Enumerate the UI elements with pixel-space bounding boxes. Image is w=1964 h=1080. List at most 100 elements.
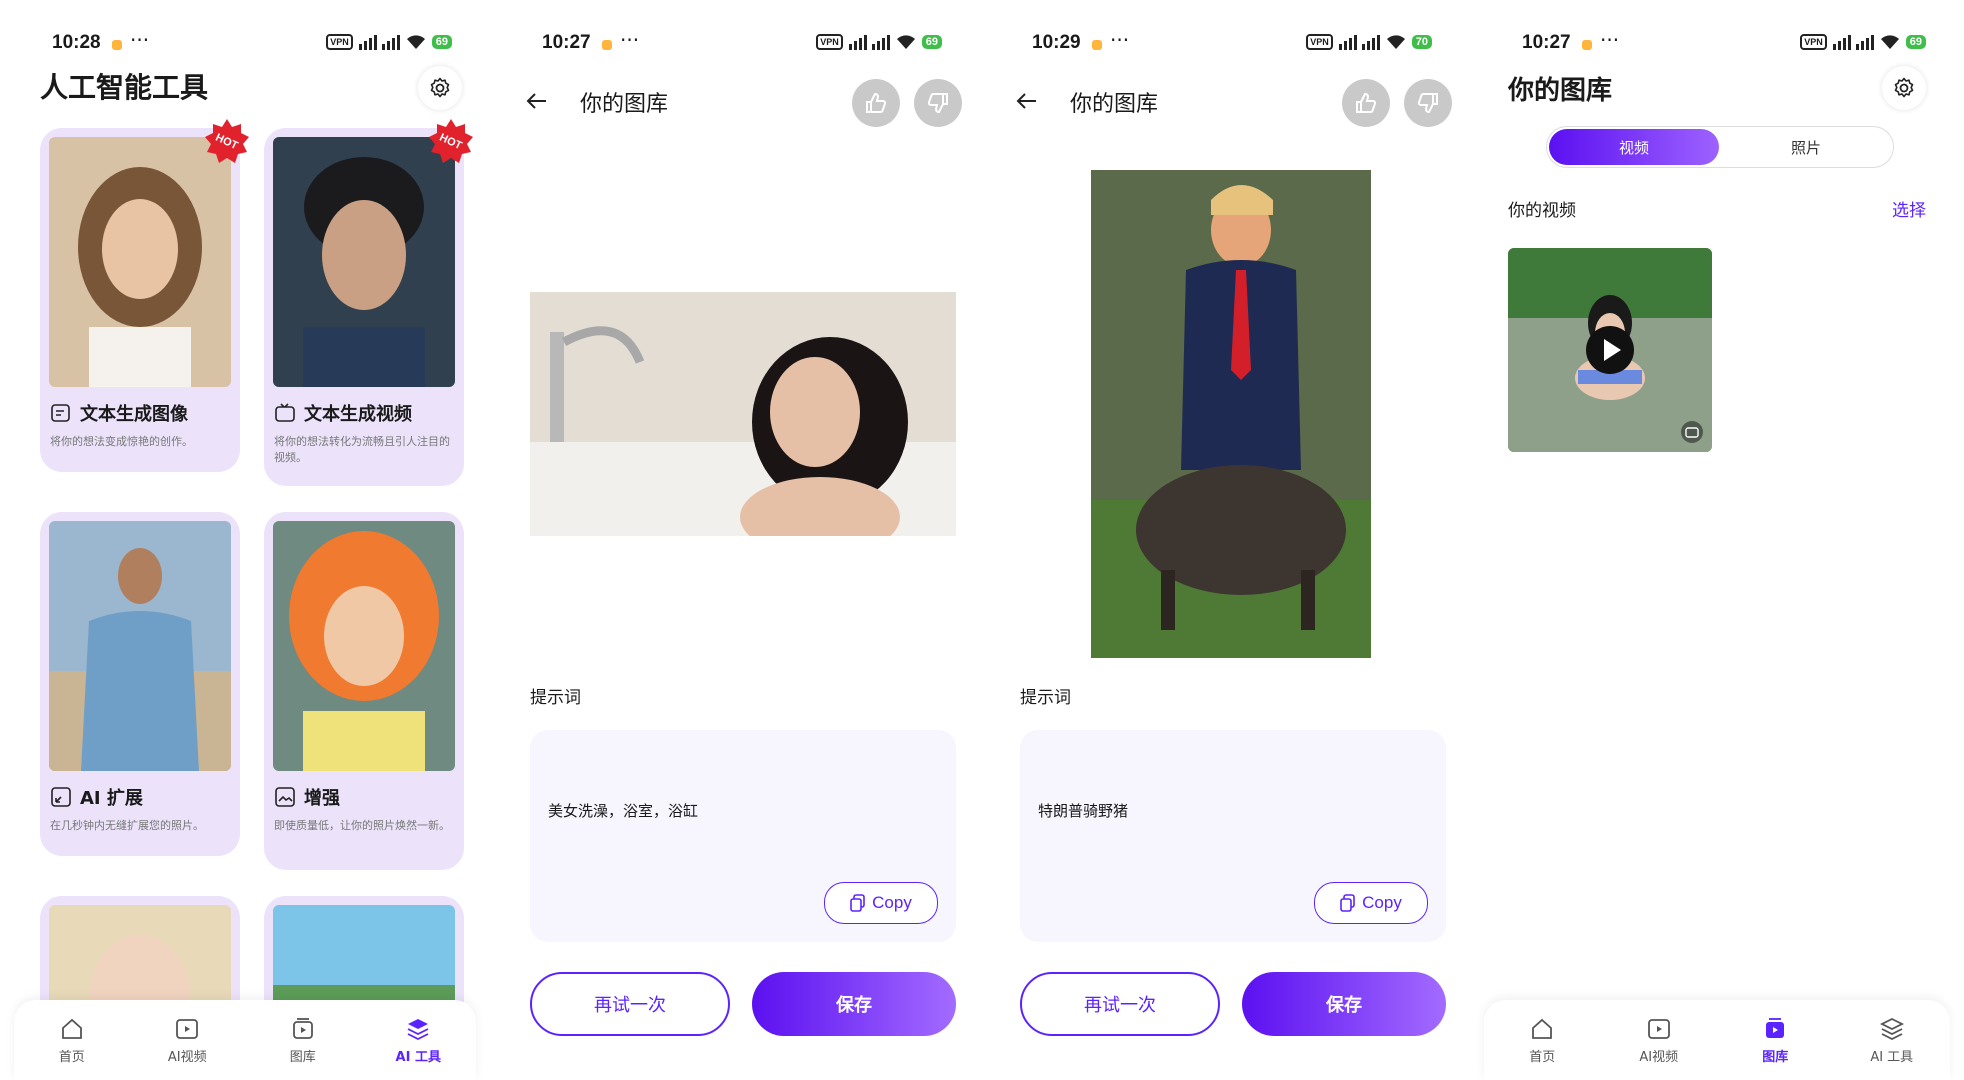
status-bar: 10:28 ··· VPN 69 [0,28,490,58]
card-ai-expand[interactable]: AI 扩展 在几秒钟内无缝扩展您的照片。 [40,512,240,856]
notification-dot-icon [602,40,612,50]
thumbs-up-icon [1356,92,1377,113]
prompt-box: 美女洗澡，浴室，浴缸 Copy [530,730,956,942]
notification-dot-icon [1092,40,1102,50]
dislike-button[interactable] [1404,79,1452,127]
signal-icon [1832,34,1874,50]
media-segmented-control: 视频 照片 [1546,126,1894,168]
play-icon [1586,326,1634,374]
gallery-detail-screen: 10:27 ··· VPN 69 你的图库 提示词 美女洗澡，浴室，浴缸 Cop… [490,0,980,1080]
man-shirt-image [49,521,231,771]
status-time: 10:27 [542,32,591,53]
text-to-video-icon [275,403,295,422]
status-bar: 10:27 ··· VPN 69 [490,28,980,58]
card-description: 将你的想法转化为流畅且引人注目的视频。 [274,435,450,464]
like-button[interactable] [852,79,900,127]
gallery-icon [292,1017,313,1039]
tab-ai-video[interactable]: AI视频 [1619,1016,1699,1065]
thumbs-down-icon [1417,93,1438,114]
copy-icon [850,894,865,912]
card-description: 将你的想法变成惊艳的创作。 [50,435,193,448]
tab-ai-video[interactable]: AI视频 [147,1016,227,1065]
more-dots-icon: ··· [1110,28,1130,52]
tab-ai-tools[interactable]: AI 工具 [378,1016,458,1065]
section-label: 你的视频 [1508,201,1576,221]
battery-icon: 69 [921,35,942,49]
my-gallery-screen: 10:27 ··· VPN 69 你的图库 视频 照片 你的视频 选择 首页 A… [1470,0,1964,1080]
vpn-icon: VPN [326,34,353,50]
card-description: 即使质量低，让你的照片焕然一新。 [274,819,450,832]
copy-button[interactable]: Copy [824,882,938,924]
status-bar: 10:29 ··· VPN 70 [980,28,1470,58]
more-dots-icon: ··· [1600,28,1620,52]
video-thumbnail[interactable] [1508,248,1712,452]
card-text-to-image[interactable]: 文本生成图像 将你的想法变成惊艳的创作。 [40,128,240,472]
gallery-detail-screen: 10:29 ··· VPN 70 你的图库 提示词 特朗普骑野猪 Copy 再试… [980,0,1470,1080]
card-title: 文本生成视频 [304,404,412,425]
notification-dot-icon [112,40,122,50]
prompt-box: 特朗普骑野猪 Copy [1020,730,1446,942]
layers-icon [1879,1017,1904,1040]
battery-icon: 69 [431,35,452,49]
back-arrow-icon[interactable] [1014,88,1040,114]
generated-image[interactable] [530,292,956,536]
signal-icon [848,34,890,50]
prompt-label: 提示词 [1020,688,1071,708]
portrait-woman-image [49,137,231,387]
wifi-icon [1880,35,1899,49]
save-button[interactable]: 保存 [1242,972,1446,1036]
status-bar: 10:27 ··· VPN 69 [1470,28,1964,58]
save-button[interactable]: 保存 [752,972,956,1036]
card-text-to-video[interactable]: 文本生成视频 将你的想法转化为流畅且引人注目的视频。 [264,128,464,486]
vpn-icon: VPN [1800,34,1827,50]
ai-tools-screen: 10:28 ··· VPN 69 人工智能工具 文本生成图像 将你的想法变成惊艳… [0,0,490,1080]
prompt-label: 提示词 [530,688,581,708]
hot-badge: HOT [205,119,249,163]
retry-button[interactable]: 再试一次 [530,972,730,1036]
copy-button[interactable]: Copy [1314,882,1428,924]
page-title: 你的图库 [1508,76,1613,106]
camera-badge-icon [1681,421,1703,443]
bottom-tab-bar: 首页 AI视频 图库 AI 工具 [14,1000,476,1080]
thumbs-down-icon [927,93,948,114]
gear-icon [1894,77,1914,98]
tab-home[interactable]: 首页 [32,1016,112,1065]
signal-icon [1338,34,1380,50]
generated-image[interactable] [1091,170,1371,658]
prompt-text: 特朗普骑野猪 [1038,802,1129,820]
page-title: 人工智能工具 [40,71,209,104]
signal-icon [358,34,400,50]
settings-button[interactable] [1882,66,1926,110]
bottom-tab-bar: 首页 AI视频 图库 AI 工具 [1484,1000,1950,1080]
battery-icon: 69 [1905,35,1926,49]
vpn-icon: VPN [816,34,843,50]
settings-button[interactable] [418,66,462,110]
video-icon [176,1018,199,1039]
like-button[interactable] [1342,79,1390,127]
dislike-button[interactable] [914,79,962,127]
wifi-icon [1386,35,1405,49]
card-title: 文本生成图像 [80,404,188,425]
status-icons: VPN 69 [326,34,452,50]
tab-ai-tools[interactable]: AI 工具 [1852,1016,1932,1065]
retry-button[interactable]: 再试一次 [1020,972,1220,1036]
card-title: 增强 [304,788,340,809]
segment-photos[interactable]: 照片 [1721,129,1891,165]
back-arrow-icon[interactable] [524,88,550,114]
page-title: 你的图库 [580,92,669,117]
status-time: 10:29 [1032,32,1081,53]
hd-enhance-icon [275,787,295,807]
select-link[interactable]: 选择 [1892,196,1926,221]
tab-gallery[interactable]: 图库 [1735,1016,1815,1065]
notification-dot-icon [1582,40,1592,50]
segment-videos[interactable]: 视频 [1549,129,1719,165]
copy-icon [1340,894,1355,912]
card-enhance[interactable]: 增强 即使质量低，让你的照片焕然一新。 [264,512,464,870]
tab-home[interactable]: 首页 [1502,1016,1582,1065]
vpn-icon: VPN [1306,34,1333,50]
home-icon [1532,1018,1553,1039]
layers-icon [407,1018,429,1040]
tab-gallery[interactable]: 图库 [263,1016,343,1065]
page-title: 你的图库 [1070,92,1159,117]
card-description: 在几秒钟内无缝扩展您的照片。 [50,819,204,832]
